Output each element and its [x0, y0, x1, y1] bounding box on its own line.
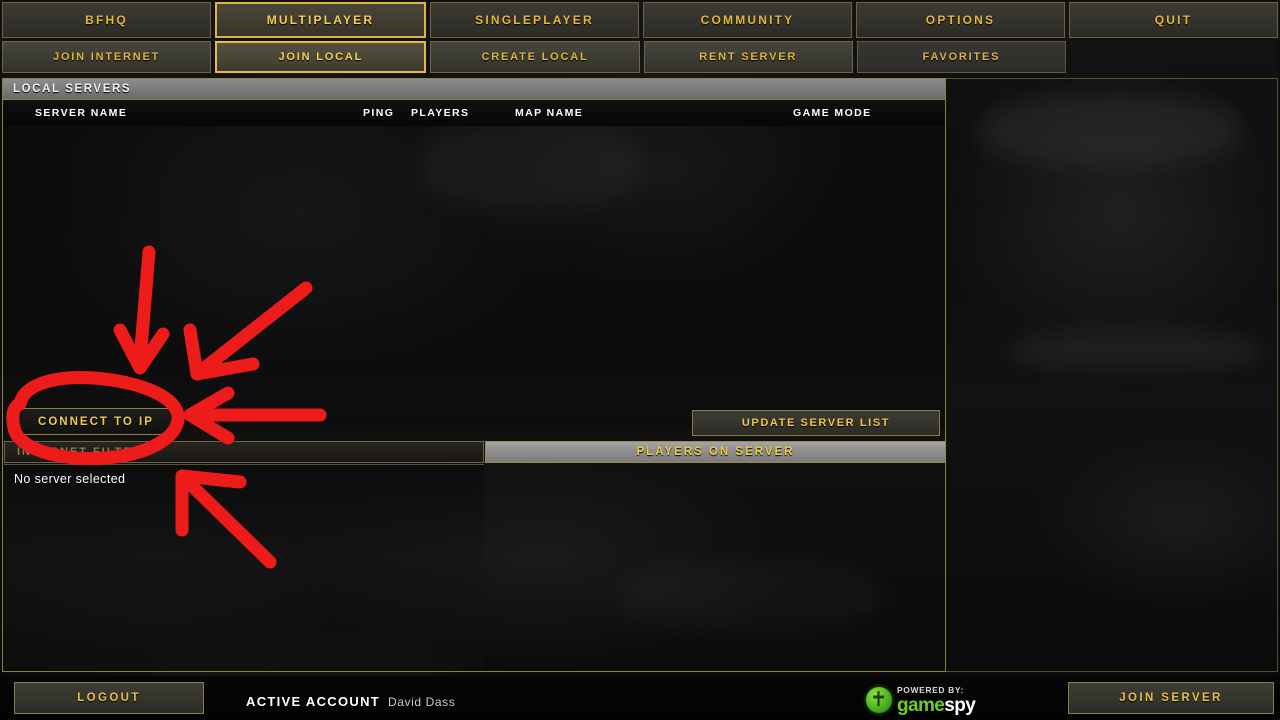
gamespy-brand-spy: spy [944, 694, 976, 716]
game-menu-screen: BFHQ MULTIPLAYER SINGLEPLAYER COMMUNITY … [0, 0, 1280, 720]
column-header-players[interactable]: PLAYERS [411, 107, 469, 119]
section-title-bar: LOCAL SERVERS [2, 78, 946, 100]
nav-item-community[interactable]: COMMUNITY [643, 2, 852, 38]
logout-button[interactable]: LOGOUT [14, 682, 204, 714]
server-list-body[interactable] [2, 126, 946, 431]
background-smudge [620, 560, 880, 630]
subnav-item-join-local[interactable]: JOIN LOCAL [215, 41, 427, 73]
nav-item-singleplayer[interactable]: SINGLEPLAYER [430, 2, 639, 38]
active-account: ACTIVE ACCOUNT David Dass [246, 694, 455, 709]
active-account-label: ACTIVE ACCOUNT [246, 694, 380, 709]
update-server-list-button[interactable]: UPDATE SERVER LIST [692, 410, 940, 436]
column-header-server-name[interactable]: SERVER NAME [35, 107, 127, 119]
subnav-item-join-internet[interactable]: JOIN INTERNET [2, 41, 212, 73]
nav-item-options[interactable]: OPTIONS [856, 2, 1065, 38]
players-on-server-label: PLAYERS ON SERVER [636, 446, 795, 458]
multiplayer-subnavigation: JOIN INTERNET JOIN LOCAL CREATE LOCAL RE… [0, 41, 1068, 73]
join-server-button[interactable]: JOIN SERVER [1068, 682, 1274, 714]
internet-filters-tab[interactable]: INTERNET FILTERS [4, 441, 484, 463]
nav-item-multiplayer[interactable]: MULTIPLAYER [215, 2, 426, 38]
main-navigation: BFHQ MULTIPLAYER SINGLEPLAYER COMMUNITY … [0, 0, 1280, 38]
server-list-column-headers: SERVER NAME PING PLAYERS MAP NAME GAME M… [2, 100, 946, 126]
players-on-server-header: PLAYERS ON SERVER [485, 441, 946, 463]
no-server-selected-message: No server selected [14, 472, 126, 486]
nav-item-bfhq[interactable]: BFHQ [2, 2, 211, 38]
gamespy-powered-by-label: POWERED BY: [897, 685, 964, 695]
gamespy-orb-icon [866, 687, 892, 714]
bottom-bar: LOGOUT JOIN SERVER [0, 676, 1280, 720]
column-header-map-name[interactable]: MAP NAME [515, 107, 583, 119]
section-title-text: LOCAL SERVERS [13, 83, 132, 95]
gamespy-brand-game: game [897, 694, 945, 716]
right-panel-frame [946, 78, 1278, 672]
subnav-item-favorites[interactable]: FAVORITES [856, 41, 1067, 73]
column-header-game-mode[interactable]: GAME MODE [793, 107, 872, 119]
column-header-ping[interactable]: PING [363, 107, 394, 119]
nav-item-quit[interactable]: QUIT [1069, 2, 1278, 38]
gamespy-logo: POWERED BY: gamespy [866, 685, 976, 716]
server-details-panel: No server selected [4, 464, 484, 670]
active-account-name: David Dass [388, 695, 456, 709]
internet-filters-label: INTERNET FILTERS [17, 446, 153, 458]
subnav-item-rent-server[interactable]: RENT SERVER [643, 41, 853, 73]
subnav-item-create-local[interactable]: CREATE LOCAL [430, 41, 640, 73]
connect-to-ip-button[interactable]: CONNECT TO IP [16, 408, 176, 435]
